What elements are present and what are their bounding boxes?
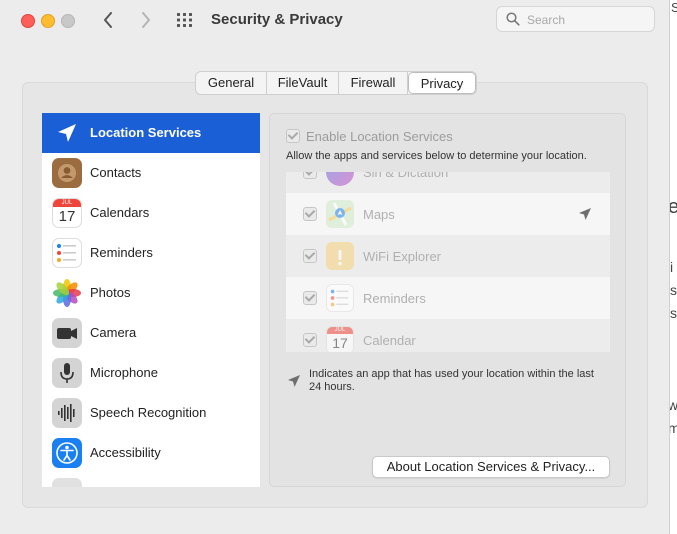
calendar-icon: JUL 17: [326, 326, 354, 352]
sidebar-item-label: Accessibility: [90, 445, 161, 460]
sidebar-item-photos[interactable]: Photos: [42, 273, 260, 313]
sidebar-item-label: Speech Recognition: [90, 405, 207, 420]
about-location-services-button[interactable]: About Location Services & Privacy...: [372, 456, 610, 478]
sidebar-item-accessibility[interactable]: Accessibility: [42, 433, 260, 473]
app-checkbox[interactable]: [303, 291, 317, 305]
reminders-icon: [326, 284, 354, 312]
app-checkbox[interactable]: [303, 172, 317, 179]
zoom-button[interactable]: [61, 14, 75, 28]
sidebar-item-calendars[interactable]: JUL 17 Calendars: [42, 193, 260, 233]
close-button[interactable]: [21, 14, 35, 28]
minimize-button[interactable]: [41, 14, 55, 28]
enable-location-services-checkbox[interactable]: Enable Location Services: [286, 129, 453, 144]
app-name: WiFi Explorer: [363, 249, 442, 264]
list-item[interactable]: WiFi Explorer: [286, 235, 610, 277]
sidebar-item-location-services[interactable]: Location Services: [42, 113, 260, 153]
app-name: Siri & Dictation: [363, 172, 449, 180]
camera-icon: [52, 318, 82, 348]
location-used-arrow-icon: [579, 208, 591, 220]
search-field[interactable]: Search: [496, 6, 655, 32]
background-text-fragment: S: [671, 0, 677, 15]
waveform-icon: [52, 398, 82, 428]
microphone-icon: [52, 358, 82, 388]
calendar-day: 17: [58, 208, 76, 225]
privacy-category-list[interactable]: Location Services Contacts JUL 17 Calend…: [42, 113, 260, 487]
sidebar-item-camera[interactable]: Camera: [42, 313, 260, 353]
enable-location-services-label: Enable Location Services: [306, 129, 453, 144]
location-arrow-icon: [52, 118, 82, 148]
background-text-fragment: s: [670, 305, 677, 321]
location-arrow-legend-icon: [288, 375, 300, 387]
sidebar-item-label: Microphone: [90, 365, 158, 380]
sidebar-item-reminders[interactable]: Reminders: [42, 233, 260, 273]
wifi-explorer-icon: [326, 242, 354, 270]
chevron-right-icon: [142, 12, 150, 28]
photos-icon: [52, 278, 82, 308]
search-placeholder: Search: [527, 13, 566, 27]
location-app-list[interactable]: Siri & Dictation Maps WiFi Explorer Remi…: [286, 172, 610, 352]
tab-bar: General FileVault Firewall Privacy: [195, 71, 477, 95]
background-text-fragment: i: [670, 259, 674, 275]
list-item[interactable]: JUL 17 Calendar: [286, 319, 610, 352]
sidebar-item-microphone[interactable]: Microphone: [42, 353, 260, 393]
siri-icon: [326, 172, 354, 186]
forward-button[interactable]: [136, 10, 156, 30]
sidebar-item-label: Contacts: [90, 165, 142, 180]
show-all-grid-icon[interactable]: [176, 12, 196, 28]
location-note: Indicates an app that has used your loca…: [309, 368, 594, 393]
calendar-month: JUL: [327, 327, 353, 334]
search-icon: [506, 12, 520, 26]
title-bar: Security & Privacy Search: [0, 0, 669, 46]
app-checkbox[interactable]: [303, 207, 317, 221]
reminders-icon: [52, 238, 82, 268]
app-name: Calendar: [363, 333, 416, 348]
sidebar-item-speech-recognition[interactable]: Speech Recognition: [42, 393, 260, 433]
list-item[interactable]: Reminders: [286, 277, 610, 319]
preferences-window: Security & Privacy Search General FileVa…: [0, 0, 670, 534]
sidebar-item-label: Camera: [90, 325, 137, 340]
list-item[interactable]: Maps: [286, 193, 610, 235]
calendar-day: 17: [332, 335, 348, 351]
app-name: Maps: [363, 207, 395, 222]
background-text-fragment: s: [670, 282, 677, 298]
tab-filevault[interactable]: FileVault: [267, 72, 339, 94]
accessibility-icon: [52, 438, 82, 468]
tab-privacy[interactable]: Privacy: [408, 72, 476, 94]
sidebar-item-partial[interactable]: [42, 473, 260, 487]
sidebar-item-contacts[interactable]: Contacts: [42, 153, 260, 193]
checkbox-checked: [286, 129, 300, 143]
list-item[interactable]: Siri & Dictation: [286, 172, 610, 193]
app-checkbox[interactable]: [303, 249, 317, 263]
calendar-icon: JUL 17: [52, 198, 82, 228]
location-description: Allow the apps and services below to det…: [286, 150, 587, 162]
app-name: Reminders: [363, 291, 426, 306]
sidebar-item-label: Photos: [90, 285, 131, 300]
next-category-icon: [52, 478, 82, 487]
sidebar-item-label: Location Services: [90, 125, 202, 140]
contacts-icon: [52, 158, 82, 188]
tab-firewall[interactable]: Firewall: [339, 72, 408, 94]
tab-general[interactable]: General: [196, 72, 267, 94]
window-title: Security & Privacy: [211, 11, 343, 28]
app-checkbox[interactable]: [303, 333, 317, 347]
back-button[interactable]: [98, 10, 118, 30]
calendar-month: JUL: [53, 199, 81, 207]
maps-icon: [326, 200, 354, 228]
sidebar-item-label: Calendars: [90, 205, 150, 220]
chevron-left-icon: [104, 12, 112, 28]
sidebar-item-label: Reminders: [90, 245, 153, 260]
